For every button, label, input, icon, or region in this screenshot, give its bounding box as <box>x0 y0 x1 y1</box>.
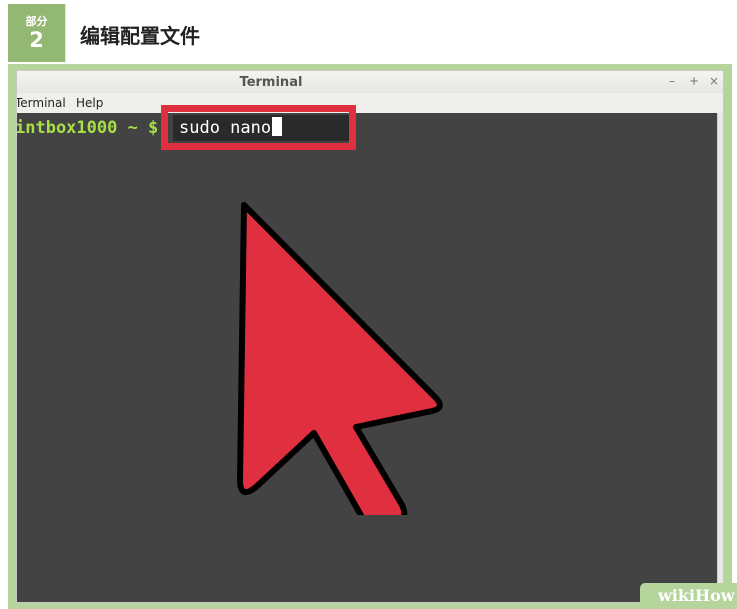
close-button[interactable]: × <box>709 74 719 88</box>
terminal-window: Terminal – + × Terminal Help intbox1000 … <box>16 70 724 603</box>
part-badge: 部分 2 <box>8 4 65 62</box>
watermark-logo: wikiHow <box>640 583 737 609</box>
menu-terminal[interactable]: Terminal <box>17 96 66 110</box>
window-title: Terminal <box>239 75 303 90</box>
window-titlebar[interactable]: Terminal – + × <box>17 71 723 93</box>
minimize-button[interactable]: – <box>669 74 675 88</box>
part-label: 部分 <box>25 15 48 28</box>
terminal-scrollbar[interactable] <box>717 113 723 602</box>
step-title: 编辑配置文件 <box>80 24 200 48</box>
menu-help[interactable]: Help <box>76 96 103 110</box>
command-highlight-box <box>161 105 356 150</box>
part-number: 2 <box>29 28 44 52</box>
menu-bar: Terminal Help <box>17 93 723 113</box>
step-header: 部分 2 编辑配置文件 <box>0 0 737 64</box>
maximize-button[interactable]: + <box>689 74 699 88</box>
terminal-area[interactable]: intbox1000 ~ $ sudo nano <box>16 105 717 602</box>
screenshot-frame: Terminal – + × Terminal Help intbox1000 … <box>8 64 732 609</box>
header-divider <box>65 4 66 62</box>
arrow-pointer-icon <box>237 202 443 515</box>
shell-prompt: intbox1000 ~ $ <box>16 118 159 138</box>
arrow-pointer-shape <box>237 202 443 515</box>
